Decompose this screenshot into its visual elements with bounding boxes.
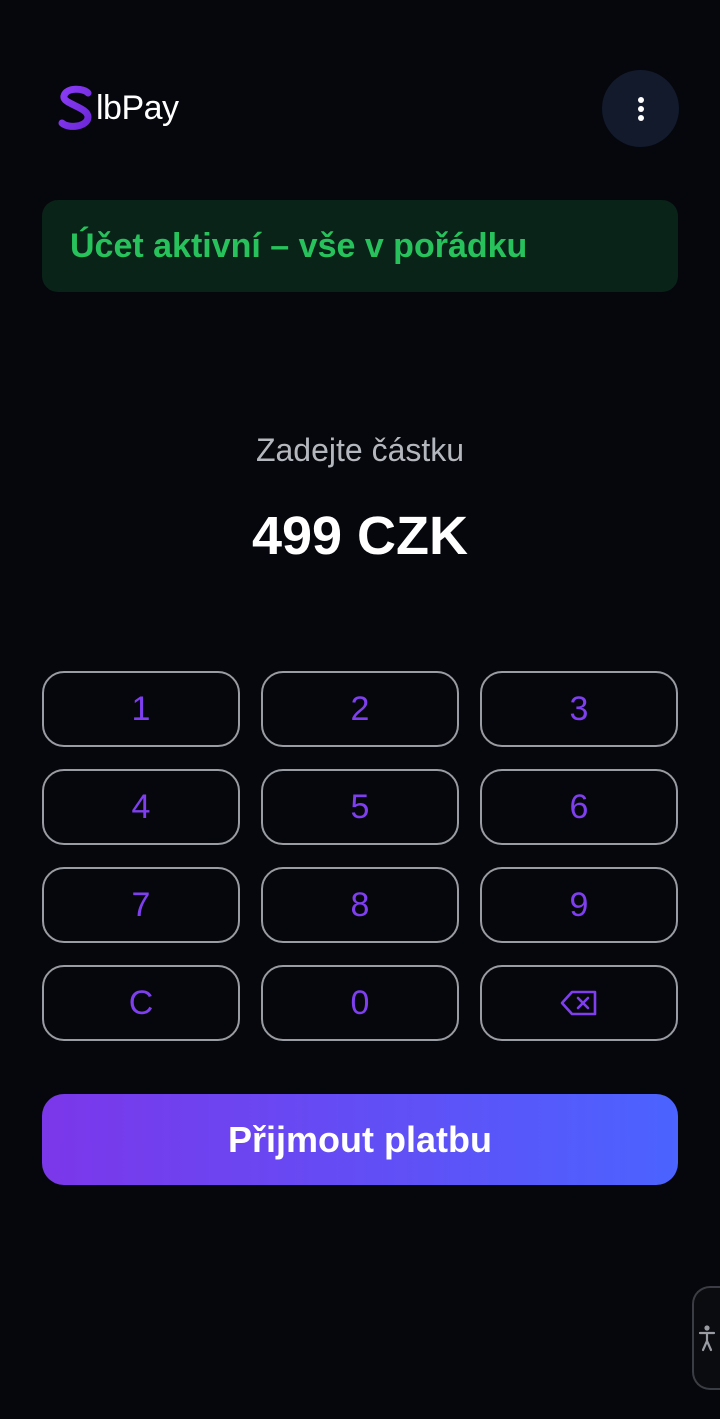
more-vertical-icon: [637, 96, 644, 121]
logo-text: lbPay: [96, 88, 179, 127]
backspace-icon: [560, 990, 597, 1016]
key-2[interactable]: 2: [261, 671, 459, 747]
app-logo: lbPay: [58, 84, 179, 132]
accept-payment-button[interactable]: Přijmout platbu: [42, 1094, 678, 1185]
app-header: lbPay: [0, 0, 720, 200]
logo-s-icon: [58, 85, 92, 130]
payment-screen: lbPay Účet aktivní – vše v pořádku Zadej…: [0, 0, 720, 1419]
numeric-keypad: 1 2 3 4 5 6 7 8 9 C 0: [42, 671, 678, 1041]
key-clear[interactable]: C: [42, 965, 240, 1041]
accessibility-icon: [698, 1325, 716, 1352]
amount-label: Zadejte částku: [255, 432, 465, 468]
more-menu-button[interactable]: [602, 70, 679, 147]
key-9[interactable]: 9: [480, 867, 678, 943]
key-6[interactable]: 6: [480, 769, 678, 845]
account-status-text: Účet aktivní – vše v pořádku: [70, 226, 528, 265]
key-8[interactable]: 8: [261, 867, 459, 943]
amount-value: 499 CZK: [251, 506, 469, 566]
accessibility-button[interactable]: [692, 1286, 720, 1390]
key-0[interactable]: 0: [261, 965, 459, 1041]
key-5[interactable]: 5: [261, 769, 459, 845]
key-backspace[interactable]: [480, 965, 678, 1041]
key-7[interactable]: 7: [42, 867, 240, 943]
key-4[interactable]: 4: [42, 769, 240, 845]
account-status-banner: Účet aktivní – vše v pořádku: [42, 200, 678, 292]
key-1[interactable]: 1: [42, 671, 240, 747]
key-3[interactable]: 3: [480, 671, 678, 747]
